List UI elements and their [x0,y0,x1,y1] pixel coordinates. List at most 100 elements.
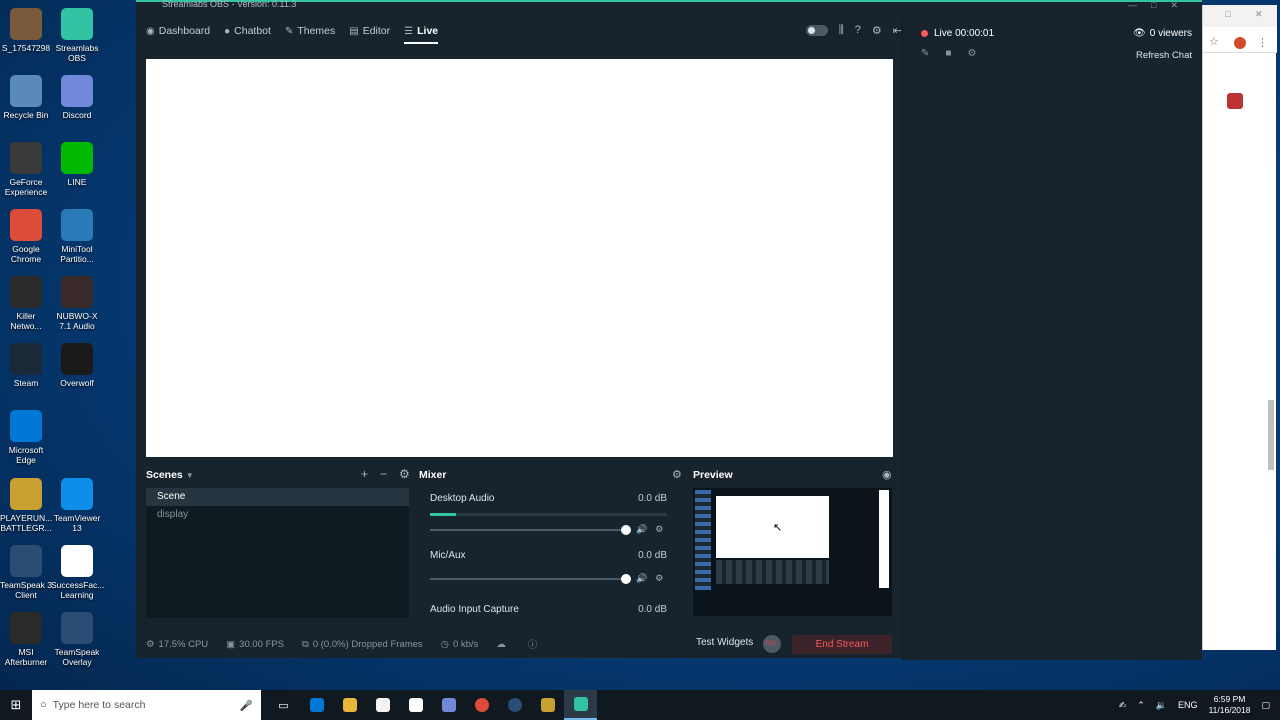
slider-knob[interactable] [621,574,631,584]
nav-editor[interactable]: ▤ Editor [349,16,390,46]
speaker-icon[interactable]: 🔊 [636,524,647,535]
speaker-icon[interactable]: 🔊 [636,573,647,584]
taskbar-search[interactable]: ○ Type here to search 🎤 [32,690,261,720]
test-widgets-button[interactable]: Test Widgets [696,637,753,648]
microphone-icon[interactable]: 🎤 [240,699,253,712]
desktop-icon[interactable]: Steam [0,343,52,388]
clock[interactable]: 6:59 PM 11/16/2018 [1209,694,1251,716]
mixer-panel: Desktop Audio 0.0 dB 🔊 ⚙ Mic/Aux 0.0 dB 🔊… [419,488,681,618]
dropped-frames-value: 0 (0.0%) Dropped Frames [312,638,423,650]
chrome-taskbar-icon[interactable] [465,690,498,720]
preview-toggle-icon[interactable]: ◉ [882,468,892,481]
remove-scene-icon[interactable]: − [380,467,387,481]
nav-chatbot[interactable]: ● Chatbot [224,16,271,46]
cloud-icon: ☁ [496,638,506,650]
streamlabs-window: Streamlabs OBS - Version: 0.11.3 —□✕ ◉ Da… [136,0,1202,660]
end-stream-button[interactable]: End Stream [792,635,892,654]
desktop-icon-label: MiniTool Partitio... [60,244,94,264]
chevron-up-icon[interactable]: ⌃ [1137,700,1145,711]
mixer-settings-icon[interactable]: ⚙ [672,468,682,481]
nav-themes[interactable]: ✎ Themes [285,16,335,46]
desktop-icon-label: S_17547298 [1,43,51,53]
info-stat[interactable]: ⓘ [528,637,542,651]
discord-taskbar-icon[interactable] [432,690,465,720]
nav-dashboard[interactable]: ◉ Dashboard [146,16,210,46]
desktop-icon[interactable]: Killer Netwo... [0,276,52,331]
add-scene-icon[interactable]: + [361,467,368,481]
desktop-icon[interactable]: NUBWO-X 7.1 Audio [51,276,103,331]
scenes-list: Scene display [146,488,409,618]
edge-taskbar-icon[interactable] [300,690,333,720]
bandwidth-value: 0 kb/s [452,638,479,650]
night-mode-toggle[interactable] [805,25,828,36]
desktop-icon[interactable]: GeForce Experience [0,142,52,197]
logout-icon[interactable]: ⇤ [893,24,902,37]
scene-item[interactable]: display [146,506,409,524]
fps-icon: ▣ [226,638,236,650]
channel-gear-icon[interactable]: ⚙ [655,573,663,584]
restore-icon[interactable]: □ [1225,9,1230,19]
info-icon[interactable]: ⓘ [528,637,538,651]
msi-taskbar-icon[interactable] [531,690,564,720]
slider-knob[interactable] [621,525,631,535]
lang-indicator[interactable]: ENG [1178,700,1198,710]
desktop-icon[interactable]: Google Chrome [0,209,52,264]
help-icon[interactable]: ? [855,24,861,37]
camera-icon[interactable]: ■ [945,48,951,59]
browser-menu-icon[interactable]: ⋮ [1257,36,1268,49]
scrollbar[interactable] [1268,400,1274,470]
desktop-icon[interactable]: TeamSpeak 3 Client [0,545,52,600]
windows-start-icon[interactable]: ⊞ [0,690,32,720]
teamspeak-taskbar-icon[interactable] [498,690,531,720]
edit-icon[interactable]: ✎ [921,48,929,59]
window-controls[interactable]: —□✕ [1128,0,1192,11]
desktop-icon[interactable]: Microsoft Edge [0,410,52,465]
stream-preview-canvas[interactable] [146,59,893,457]
bookmark-star-icon[interactable]: ☆ [1209,35,1219,48]
close-icon[interactable]: ✕ [1255,9,1263,20]
avatar[interactable] [1234,37,1246,49]
desktop-icon[interactable]: MiniTool Partitio... [51,209,103,264]
desktop-icon-label: TeamSpeak 3 Client [0,580,52,600]
studio-mode-icon[interactable]: ⫼ [839,24,844,37]
channel-gear-icon[interactable]: ⚙ [655,524,663,535]
editor-icon: ▤ [349,25,359,37]
desktop-icon[interactable]: TeamSpeak Overlay [51,612,103,667]
refresh-chat-button[interactable]: Refresh Chat [1136,50,1192,61]
desktop-icon[interactable]: Overwolf [51,343,103,388]
desktop-icon[interactable]: LINE [51,142,103,187]
pen-icon[interactable]: ✍ [1119,700,1127,711]
volume-slider[interactable] [430,574,631,584]
preview-thumbnail[interactable]: ↖ [693,488,892,616]
record-button[interactable]: REC [763,635,781,653]
volume-icon[interactable]: 🔉 [1156,700,1167,711]
nav-themes-label: Themes [297,25,336,37]
notification-icon[interactable]: ▢ [1261,700,1270,711]
desktop-icons: S_17547298 Streamlabs OBS Recycle Bin Disco… [0,0,136,690]
desktop-icon-label: TeamSpeak Overlay [54,647,100,667]
scene-item[interactable]: Scene [146,488,409,506]
desktop-icon[interactable]: Discord [51,75,103,120]
file-explorer-icon[interactable] [333,690,366,720]
chat-settings-icon[interactable]: ⚙ [967,48,976,59]
desktop-icon[interactable]: Recycle Bin [0,75,52,120]
store-icon[interactable] [366,690,399,720]
scenes-title[interactable]: Scenes ▼ [146,469,194,481]
app-icon [61,75,93,107]
desktop-icon[interactable]: Streamlabs OBS [51,8,103,63]
volume-slider[interactable] [430,525,631,535]
streamlabs-taskbar-icon[interactable] [564,690,597,720]
viewer-count-text: 0 viewers [1149,28,1192,39]
settings-icon[interactable]: ⚙ [872,24,882,37]
preview-browser [879,490,889,588]
desktop-icon[interactable]: PLAYERUN... BATTLEGR... [0,478,52,533]
task-view-icon[interactable]: ▭ [267,690,300,720]
scene-settings-icon[interactable]: ⚙ [399,467,410,481]
mail-icon[interactable] [399,690,432,720]
desktop-icon[interactable]: MSI Afterburner [0,612,52,667]
extension-icon[interactable] [1227,93,1243,109]
desktop-icon[interactable]: S_17547298 [0,8,52,53]
desktop-icon[interactable]: TeamViewer 13 [51,478,103,533]
desktop-icon[interactable]: SuccessFac... Learning [51,545,104,600]
nav-live[interactable]: ☰ Live [404,16,438,46]
